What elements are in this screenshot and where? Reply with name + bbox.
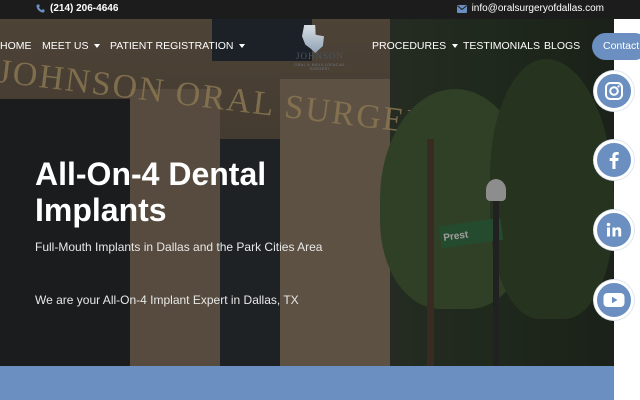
logo-tagline: ORAL & MAXILLOFACIAL SURGERY [294, 63, 346, 71]
envelope-icon [456, 4, 467, 13]
nav-item-meet-us[interactable]: MEET US [42, 40, 101, 52]
nav-item-patient-registration[interactable]: PATIENT REGISTRATION [110, 40, 246, 52]
chevron-down-icon [452, 44, 459, 48]
hero-title: All-On-4 Dental Implants [35, 156, 267, 228]
nav-item-label: PROCEDURES [372, 40, 447, 52]
instagram-icon [604, 81, 624, 101]
nav-item-home[interactable]: HOME [0, 40, 32, 52]
email-link[interactable]: info@oralsurgeryofdallas.com [456, 3, 604, 14]
chevron-down-icon [94, 44, 101, 48]
linkedin-icon [604, 220, 624, 240]
hero-expert-line: We are your All-On-4 Implant Expert in D… [35, 293, 299, 307]
site-logo[interactable]: JOHNSON ORAL & MAXILLOFACIAL SURGERY [288, 23, 352, 73]
nav-item-label: MEET US [42, 40, 89, 52]
facebook-button[interactable] [594, 140, 634, 180]
nav-item-label: PATIENT REGISTRATION [110, 40, 234, 52]
section-divider-band [0, 366, 614, 400]
youtube-icon [603, 292, 625, 308]
nav-item-blogs[interactable]: BLOGS [544, 40, 580, 52]
main-navigation: HOME MEET US PATIENT REGISTRATION JOHNSO… [0, 19, 640, 73]
chevron-down-icon [239, 44, 246, 48]
phone-link[interactable]: (214) 206-4646 [36, 3, 118, 14]
hero-subtitle: Full-Mouth Implants in Dallas and the Pa… [35, 240, 323, 254]
phone-icon [36, 4, 45, 13]
linkedin-button[interactable] [594, 210, 634, 250]
contact-button[interactable]: Contact [592, 33, 640, 60]
instagram-button[interactable] [594, 71, 634, 111]
facebook-icon [604, 150, 624, 170]
nav-item-procedures[interactable]: PROCEDURES [372, 40, 459, 52]
nav-item-label: HOME [0, 40, 32, 52]
youtube-button[interactable] [594, 280, 634, 320]
nav-item-label: BLOGS [544, 40, 581, 52]
texas-map-icon [302, 25, 324, 53]
logo-name: JOHNSON [295, 51, 344, 61]
nav-item-testimonials[interactable]: TESTIMONIALS [463, 40, 540, 52]
phone-number: (214) 206-4646 [50, 3, 119, 14]
top-contact-bar: (214) 206-4646 info@oralsurgeryofdallas.… [0, 0, 640, 19]
nav-item-label: TESTIMONIALS [463, 40, 541, 52]
email-address: info@oralsurgeryofdallas.com [471, 3, 604, 14]
